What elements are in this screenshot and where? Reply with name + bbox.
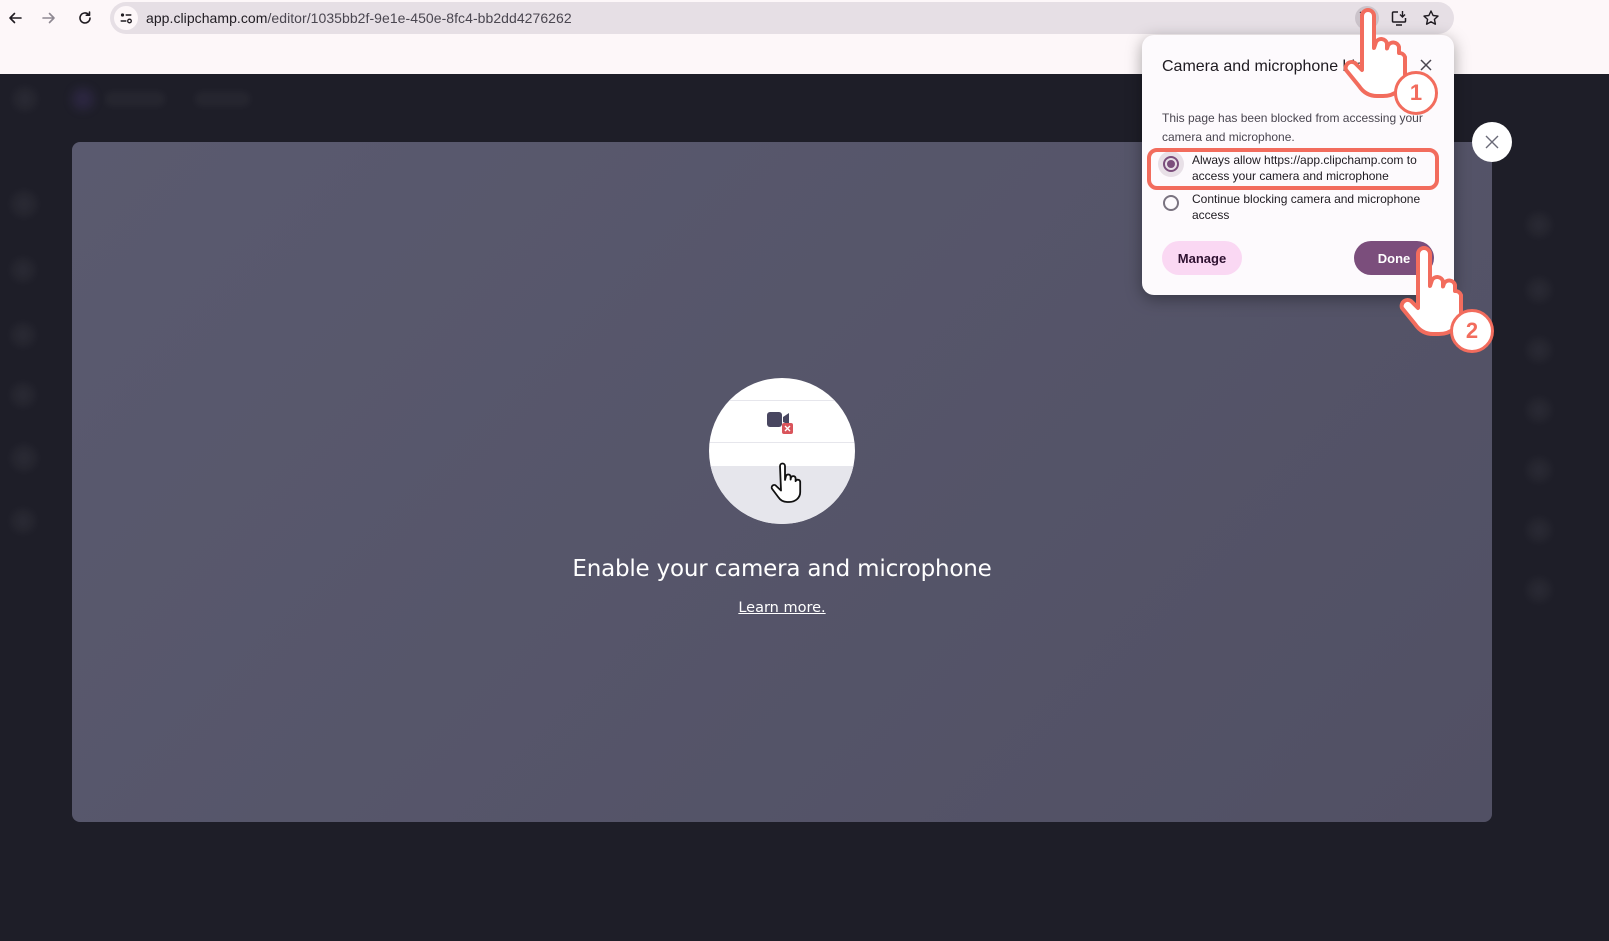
- logo-blurred: [72, 88, 94, 110]
- sidebar-icon-blurred: [12, 510, 34, 532]
- illustration-divider: [709, 442, 855, 443]
- reload-icon: [79, 11, 91, 24]
- tune-icon: [120, 13, 132, 24]
- radio-label: Continue blocking camera and microphone …: [1192, 192, 1421, 222]
- step-badge-2: 2: [1450, 309, 1494, 353]
- manage-button[interactable]: Manage: [1162, 241, 1242, 275]
- dialog-close-button[interactable]: [1472, 122, 1512, 162]
- popup-description: This page has been blocked from accessin…: [1162, 111, 1423, 144]
- url-host: app.clipchamp.com: [146, 10, 268, 26]
- star-icon: [1423, 10, 1439, 25]
- camera-illustration: [709, 378, 855, 524]
- sidebar-icon-blurred: [12, 384, 34, 406]
- right-panel-icon-blurred: [1528, 279, 1550, 301]
- sidebar-icon-blurred: [12, 324, 34, 346]
- menu-icon-blurred: [14, 88, 36, 110]
- right-panel-icon-blurred: [1528, 399, 1550, 421]
- arrow-right-icon: [42, 12, 55, 24]
- radio-outer: [1163, 195, 1179, 211]
- right-panel-icon-blurred: [1528, 519, 1550, 541]
- right-panel-icon-blurred: [1528, 579, 1550, 601]
- radio-continue-blocking[interactable]: Continue blocking camera and microphone …: [1158, 190, 1444, 223]
- dialog-title: Enable your camera and microphone: [572, 556, 992, 582]
- url-text[interactable]: app.clipchamp.com/editor/1035bb2f-9e1e-4…: [146, 10, 572, 26]
- title-blurred: [105, 92, 165, 106]
- forward-button[interactable]: [37, 6, 61, 30]
- right-panel-icon-blurred: [1528, 339, 1550, 361]
- address-bar[interactable]: app.clipchamp.com/editor/1035bb2f-9e1e-4…: [110, 2, 1454, 34]
- radio-button[interactable]: [1158, 190, 1184, 216]
- sidebar-icon-blurred: [12, 259, 34, 281]
- site-info-button[interactable]: [114, 6, 138, 30]
- highlight-always-allow: [1147, 148, 1439, 190]
- right-panel-icon-blurred: [1528, 214, 1550, 236]
- camera-off-icon: [767, 412, 793, 434]
- reload-button[interactable]: [73, 6, 97, 30]
- bookmark-button[interactable]: [1419, 6, 1443, 30]
- url-path: /editor/1035bb2f-9e1e-450e-8fc4-bb2dd427…: [267, 10, 572, 26]
- close-icon: [1485, 135, 1499, 149]
- illustration-divider: [709, 400, 855, 401]
- learn-more-link[interactable]: Learn more.: [0, 600, 1564, 616]
- hand-pointer-icon: [770, 462, 802, 503]
- arrow-left-icon: [9, 12, 22, 24]
- step-badge-1: 1: [1394, 71, 1438, 115]
- right-panel-icon-blurred: [1528, 459, 1550, 481]
- sidebar-icon-blurred: [12, 192, 36, 216]
- close-icon: [1420, 59, 1432, 71]
- back-button[interactable]: [3, 6, 27, 30]
- sidebar-icon-blurred: [12, 446, 36, 470]
- subtitle-blurred: [195, 92, 250, 106]
